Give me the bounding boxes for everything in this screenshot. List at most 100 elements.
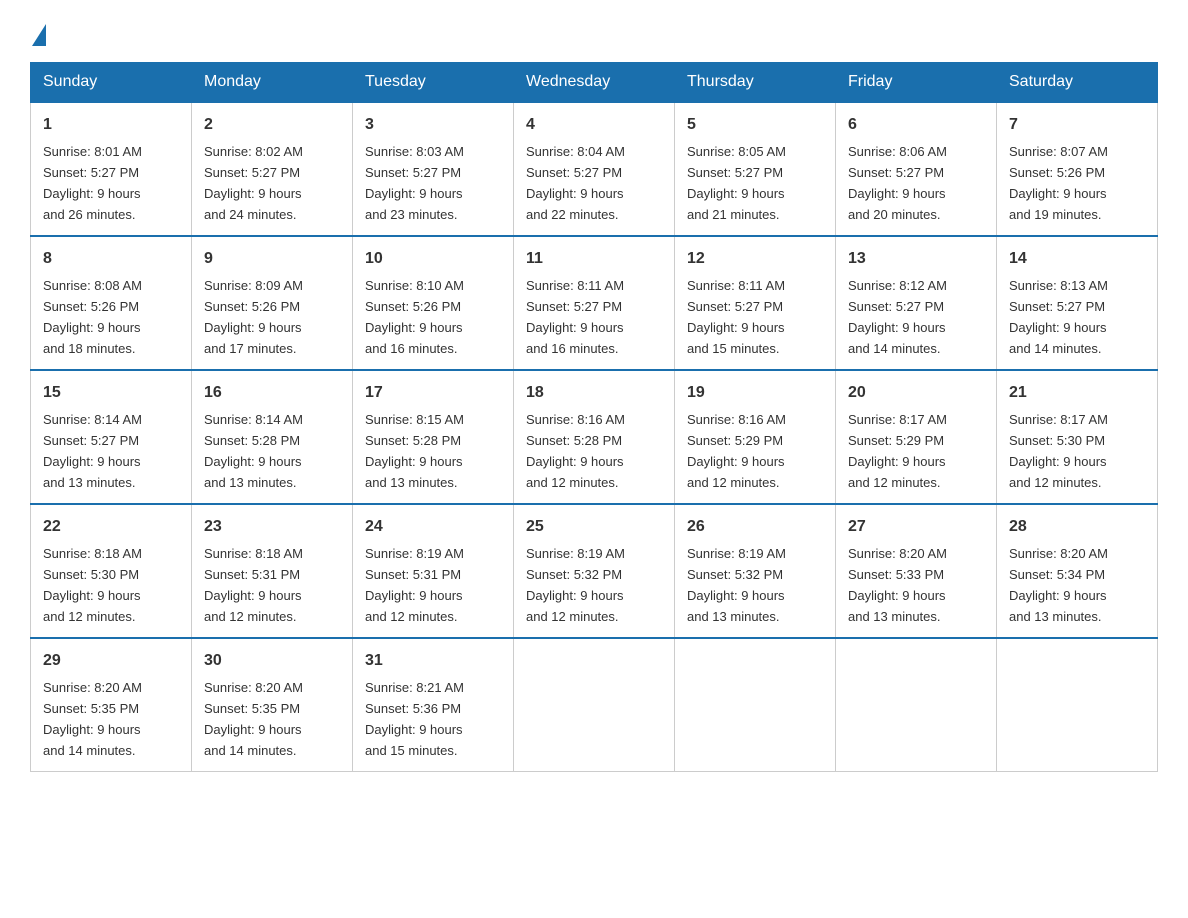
- calendar-cell: 22 Sunrise: 8:18 AMSunset: 5:30 PMDaylig…: [31, 504, 192, 638]
- day-number: 8: [43, 247, 179, 271]
- day-number: 4: [526, 113, 662, 137]
- day-info: Sunrise: 8:20 AMSunset: 5:35 PMDaylight:…: [43, 680, 142, 758]
- calendar-cell: 17 Sunrise: 8:15 AMSunset: 5:28 PMDaylig…: [353, 370, 514, 504]
- day-info: Sunrise: 8:17 AMSunset: 5:30 PMDaylight:…: [1009, 412, 1108, 490]
- day-number: 5: [687, 113, 823, 137]
- day-number: 24: [365, 515, 501, 539]
- day-info: Sunrise: 8:16 AMSunset: 5:29 PMDaylight:…: [687, 412, 786, 490]
- day-number: 1: [43, 113, 179, 137]
- weekday-header-monday: Monday: [192, 63, 353, 103]
- calendar-cell: 13 Sunrise: 8:12 AMSunset: 5:27 PMDaylig…: [836, 236, 997, 370]
- calendar-week-row: 8 Sunrise: 8:08 AMSunset: 5:26 PMDayligh…: [31, 236, 1158, 370]
- day-info: Sunrise: 8:19 AMSunset: 5:31 PMDaylight:…: [365, 546, 464, 624]
- calendar-cell: 15 Sunrise: 8:14 AMSunset: 5:27 PMDaylig…: [31, 370, 192, 504]
- weekday-header-thursday: Thursday: [675, 63, 836, 103]
- calendar-week-row: 29 Sunrise: 8:20 AMSunset: 5:35 PMDaylig…: [31, 638, 1158, 772]
- day-info: Sunrise: 8:02 AMSunset: 5:27 PMDaylight:…: [204, 144, 303, 222]
- day-info: Sunrise: 8:01 AMSunset: 5:27 PMDaylight:…: [43, 144, 142, 222]
- day-number: 16: [204, 381, 340, 405]
- day-number: 19: [687, 381, 823, 405]
- calendar-cell: 7 Sunrise: 8:07 AMSunset: 5:26 PMDayligh…: [997, 102, 1158, 236]
- day-info: Sunrise: 8:06 AMSunset: 5:27 PMDaylight:…: [848, 144, 947, 222]
- day-number: 14: [1009, 247, 1145, 271]
- day-info: Sunrise: 8:17 AMSunset: 5:29 PMDaylight:…: [848, 412, 947, 490]
- day-number: 21: [1009, 381, 1145, 405]
- weekday-header-row: SundayMondayTuesdayWednesdayThursdayFrid…: [31, 63, 1158, 103]
- weekday-header-saturday: Saturday: [997, 63, 1158, 103]
- day-number: 2: [204, 113, 340, 137]
- calendar-cell: 25 Sunrise: 8:19 AMSunset: 5:32 PMDaylig…: [514, 504, 675, 638]
- day-number: 10: [365, 247, 501, 271]
- day-info: Sunrise: 8:18 AMSunset: 5:31 PMDaylight:…: [204, 546, 303, 624]
- day-number: 29: [43, 649, 179, 673]
- weekday-header-tuesday: Tuesday: [353, 63, 514, 103]
- day-number: 18: [526, 381, 662, 405]
- calendar-cell: [514, 638, 675, 772]
- day-info: Sunrise: 8:08 AMSunset: 5:26 PMDaylight:…: [43, 278, 142, 356]
- day-info: Sunrise: 8:10 AMSunset: 5:26 PMDaylight:…: [365, 278, 464, 356]
- calendar-cell: 20 Sunrise: 8:17 AMSunset: 5:29 PMDaylig…: [836, 370, 997, 504]
- calendar-header: SundayMondayTuesdayWednesdayThursdayFrid…: [31, 63, 1158, 103]
- calendar-cell: 28 Sunrise: 8:20 AMSunset: 5:34 PMDaylig…: [997, 504, 1158, 638]
- day-info: Sunrise: 8:13 AMSunset: 5:27 PMDaylight:…: [1009, 278, 1108, 356]
- day-info: Sunrise: 8:09 AMSunset: 5:26 PMDaylight:…: [204, 278, 303, 356]
- weekday-header-wednesday: Wednesday: [514, 63, 675, 103]
- calendar-cell: 5 Sunrise: 8:05 AMSunset: 5:27 PMDayligh…: [675, 102, 836, 236]
- calendar-cell: 10 Sunrise: 8:10 AMSunset: 5:26 PMDaylig…: [353, 236, 514, 370]
- day-number: 23: [204, 515, 340, 539]
- calendar-cell: 4 Sunrise: 8:04 AMSunset: 5:27 PMDayligh…: [514, 102, 675, 236]
- calendar-cell: 26 Sunrise: 8:19 AMSunset: 5:32 PMDaylig…: [675, 504, 836, 638]
- day-number: 6: [848, 113, 984, 137]
- day-number: 27: [848, 515, 984, 539]
- logo: [30, 20, 46, 42]
- calendar-cell: 19 Sunrise: 8:16 AMSunset: 5:29 PMDaylig…: [675, 370, 836, 504]
- day-info: Sunrise: 8:21 AMSunset: 5:36 PMDaylight:…: [365, 680, 464, 758]
- day-info: Sunrise: 8:12 AMSunset: 5:27 PMDaylight:…: [848, 278, 947, 356]
- calendar-cell: 16 Sunrise: 8:14 AMSunset: 5:28 PMDaylig…: [192, 370, 353, 504]
- calendar-cell: 18 Sunrise: 8:16 AMSunset: 5:28 PMDaylig…: [514, 370, 675, 504]
- logo-triangle-icon: [32, 24, 46, 46]
- weekday-header-sunday: Sunday: [31, 63, 192, 103]
- day-info: Sunrise: 8:19 AMSunset: 5:32 PMDaylight:…: [687, 546, 786, 624]
- day-number: 30: [204, 649, 340, 673]
- day-number: 26: [687, 515, 823, 539]
- day-info: Sunrise: 8:16 AMSunset: 5:28 PMDaylight:…: [526, 412, 625, 490]
- day-number: 25: [526, 515, 662, 539]
- day-info: Sunrise: 8:19 AMSunset: 5:32 PMDaylight:…: [526, 546, 625, 624]
- day-info: Sunrise: 8:04 AMSunset: 5:27 PMDaylight:…: [526, 144, 625, 222]
- calendar-week-row: 1 Sunrise: 8:01 AMSunset: 5:27 PMDayligh…: [31, 102, 1158, 236]
- weekday-header-friday: Friday: [836, 63, 997, 103]
- calendar-cell: 2 Sunrise: 8:02 AMSunset: 5:27 PMDayligh…: [192, 102, 353, 236]
- day-number: 15: [43, 381, 179, 405]
- day-info: Sunrise: 8:05 AMSunset: 5:27 PMDaylight:…: [687, 144, 786, 222]
- day-info: Sunrise: 8:11 AMSunset: 5:27 PMDaylight:…: [526, 278, 624, 356]
- day-number: 3: [365, 113, 501, 137]
- calendar-cell: 29 Sunrise: 8:20 AMSunset: 5:35 PMDaylig…: [31, 638, 192, 772]
- day-info: Sunrise: 8:07 AMSunset: 5:26 PMDaylight:…: [1009, 144, 1108, 222]
- calendar-cell: 24 Sunrise: 8:19 AMSunset: 5:31 PMDaylig…: [353, 504, 514, 638]
- day-number: 31: [365, 649, 501, 673]
- calendar-cell: 30 Sunrise: 8:20 AMSunset: 5:35 PMDaylig…: [192, 638, 353, 772]
- calendar-cell: 11 Sunrise: 8:11 AMSunset: 5:27 PMDaylig…: [514, 236, 675, 370]
- day-number: 13: [848, 247, 984, 271]
- calendar-cell: 27 Sunrise: 8:20 AMSunset: 5:33 PMDaylig…: [836, 504, 997, 638]
- calendar-cell: 1 Sunrise: 8:01 AMSunset: 5:27 PMDayligh…: [31, 102, 192, 236]
- day-info: Sunrise: 8:15 AMSunset: 5:28 PMDaylight:…: [365, 412, 464, 490]
- day-number: 28: [1009, 515, 1145, 539]
- calendar-cell: 14 Sunrise: 8:13 AMSunset: 5:27 PMDaylig…: [997, 236, 1158, 370]
- calendar-cell: 21 Sunrise: 8:17 AMSunset: 5:30 PMDaylig…: [997, 370, 1158, 504]
- calendar-cell: 8 Sunrise: 8:08 AMSunset: 5:26 PMDayligh…: [31, 236, 192, 370]
- day-number: 22: [43, 515, 179, 539]
- calendar-cell: 23 Sunrise: 8:18 AMSunset: 5:31 PMDaylig…: [192, 504, 353, 638]
- calendar-cell: 6 Sunrise: 8:06 AMSunset: 5:27 PMDayligh…: [836, 102, 997, 236]
- day-info: Sunrise: 8:20 AMSunset: 5:34 PMDaylight:…: [1009, 546, 1108, 624]
- day-number: 17: [365, 381, 501, 405]
- calendar-cell: [997, 638, 1158, 772]
- day-info: Sunrise: 8:14 AMSunset: 5:28 PMDaylight:…: [204, 412, 303, 490]
- day-info: Sunrise: 8:20 AMSunset: 5:33 PMDaylight:…: [848, 546, 947, 624]
- calendar-table: SundayMondayTuesdayWednesdayThursdayFrid…: [30, 62, 1158, 772]
- calendar-week-row: 22 Sunrise: 8:18 AMSunset: 5:30 PMDaylig…: [31, 504, 1158, 638]
- day-info: Sunrise: 8:03 AMSunset: 5:27 PMDaylight:…: [365, 144, 464, 222]
- day-number: 12: [687, 247, 823, 271]
- day-number: 7: [1009, 113, 1145, 137]
